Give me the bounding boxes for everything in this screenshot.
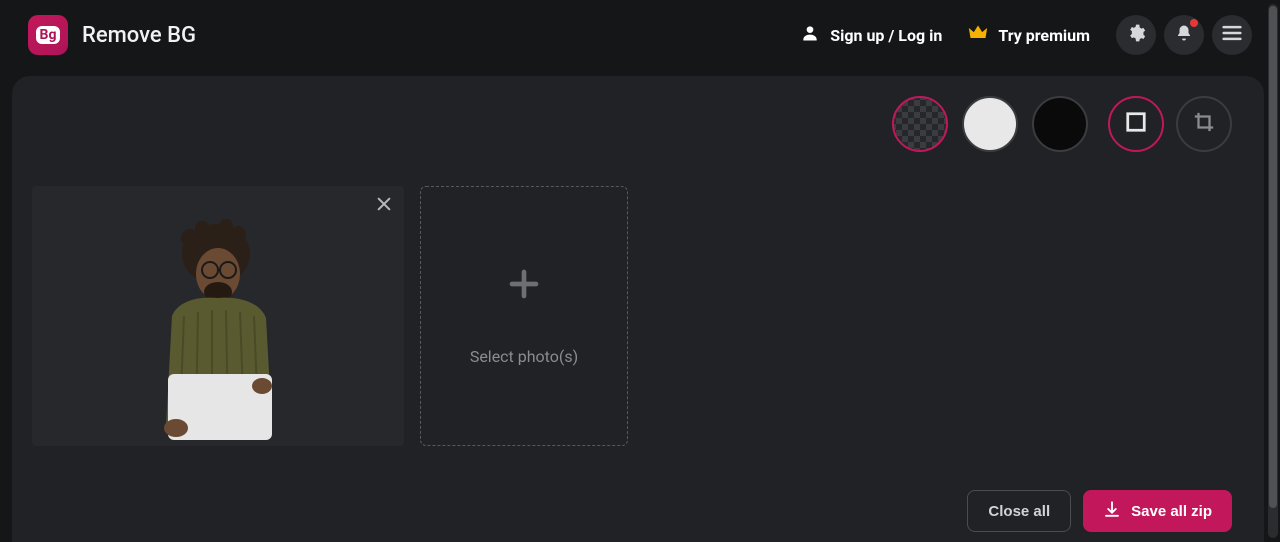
app-title: Remove BG — [82, 23, 196, 48]
bell-icon — [1175, 23, 1193, 47]
hamburger-icon — [1222, 25, 1242, 45]
scrollbar-thumb[interactable] — [1269, 6, 1277, 508]
bg-swatch-transparent[interactable] — [892, 96, 948, 152]
notification-button[interactable] — [1164, 15, 1204, 55]
cards-area: Select photo(s) — [32, 186, 628, 446]
crop-tool-button[interactable] — [1176, 96, 1232, 152]
try-premium-link[interactable]: Try premium — [968, 24, 1090, 46]
editor-panel: Select photo(s) Close all Save all zip — [12, 76, 1264, 542]
bg-swatch-white[interactable] — [962, 96, 1018, 152]
crown-icon — [968, 24, 988, 46]
image-card[interactable] — [32, 186, 404, 446]
scrollbar[interactable] — [1268, 4, 1278, 538]
logo-text: Bg — [36, 26, 61, 44]
notification-dot — [1190, 19, 1198, 27]
frame-tool-button[interactable] — [1108, 96, 1164, 152]
save-all-label: Save all zip — [1131, 503, 1212, 520]
menu-button[interactable] — [1212, 15, 1252, 55]
settings-button[interactable] — [1116, 15, 1156, 55]
download-icon — [1103, 500, 1121, 522]
bg-swatch-black[interactable] — [1032, 96, 1088, 152]
remove-image-button[interactable] — [376, 196, 392, 216]
select-photos-card[interactable]: Select photo(s) — [420, 186, 628, 446]
close-all-button[interactable]: Close all — [967, 490, 1071, 532]
header-actions: Sign up / Log in Try premium — [800, 15, 1252, 55]
logo-badge: Bg — [28, 15, 68, 55]
logo-block[interactable]: Bg Remove BG — [28, 15, 196, 55]
result-image — [138, 216, 298, 446]
user-icon — [800, 23, 820, 47]
square-icon — [1125, 111, 1147, 137]
app-header: Bg Remove BG Sign up / Log in Try premiu… — [0, 0, 1280, 70]
save-all-zip-button[interactable]: Save all zip — [1083, 490, 1232, 532]
gear-icon — [1126, 23, 1146, 47]
crop-icon — [1193, 111, 1215, 137]
signup-label: Sign up / Log in — [830, 26, 942, 45]
signup-login-link[interactable]: Sign up / Log in — [800, 23, 942, 47]
close-all-label: Close all — [988, 503, 1050, 520]
premium-label: Try premium — [998, 26, 1090, 45]
footer-actions: Close all Save all zip — [967, 490, 1232, 532]
plus-icon — [508, 267, 540, 307]
select-photos-label: Select photo(s) — [470, 347, 578, 366]
tool-row — [892, 96, 1232, 152]
